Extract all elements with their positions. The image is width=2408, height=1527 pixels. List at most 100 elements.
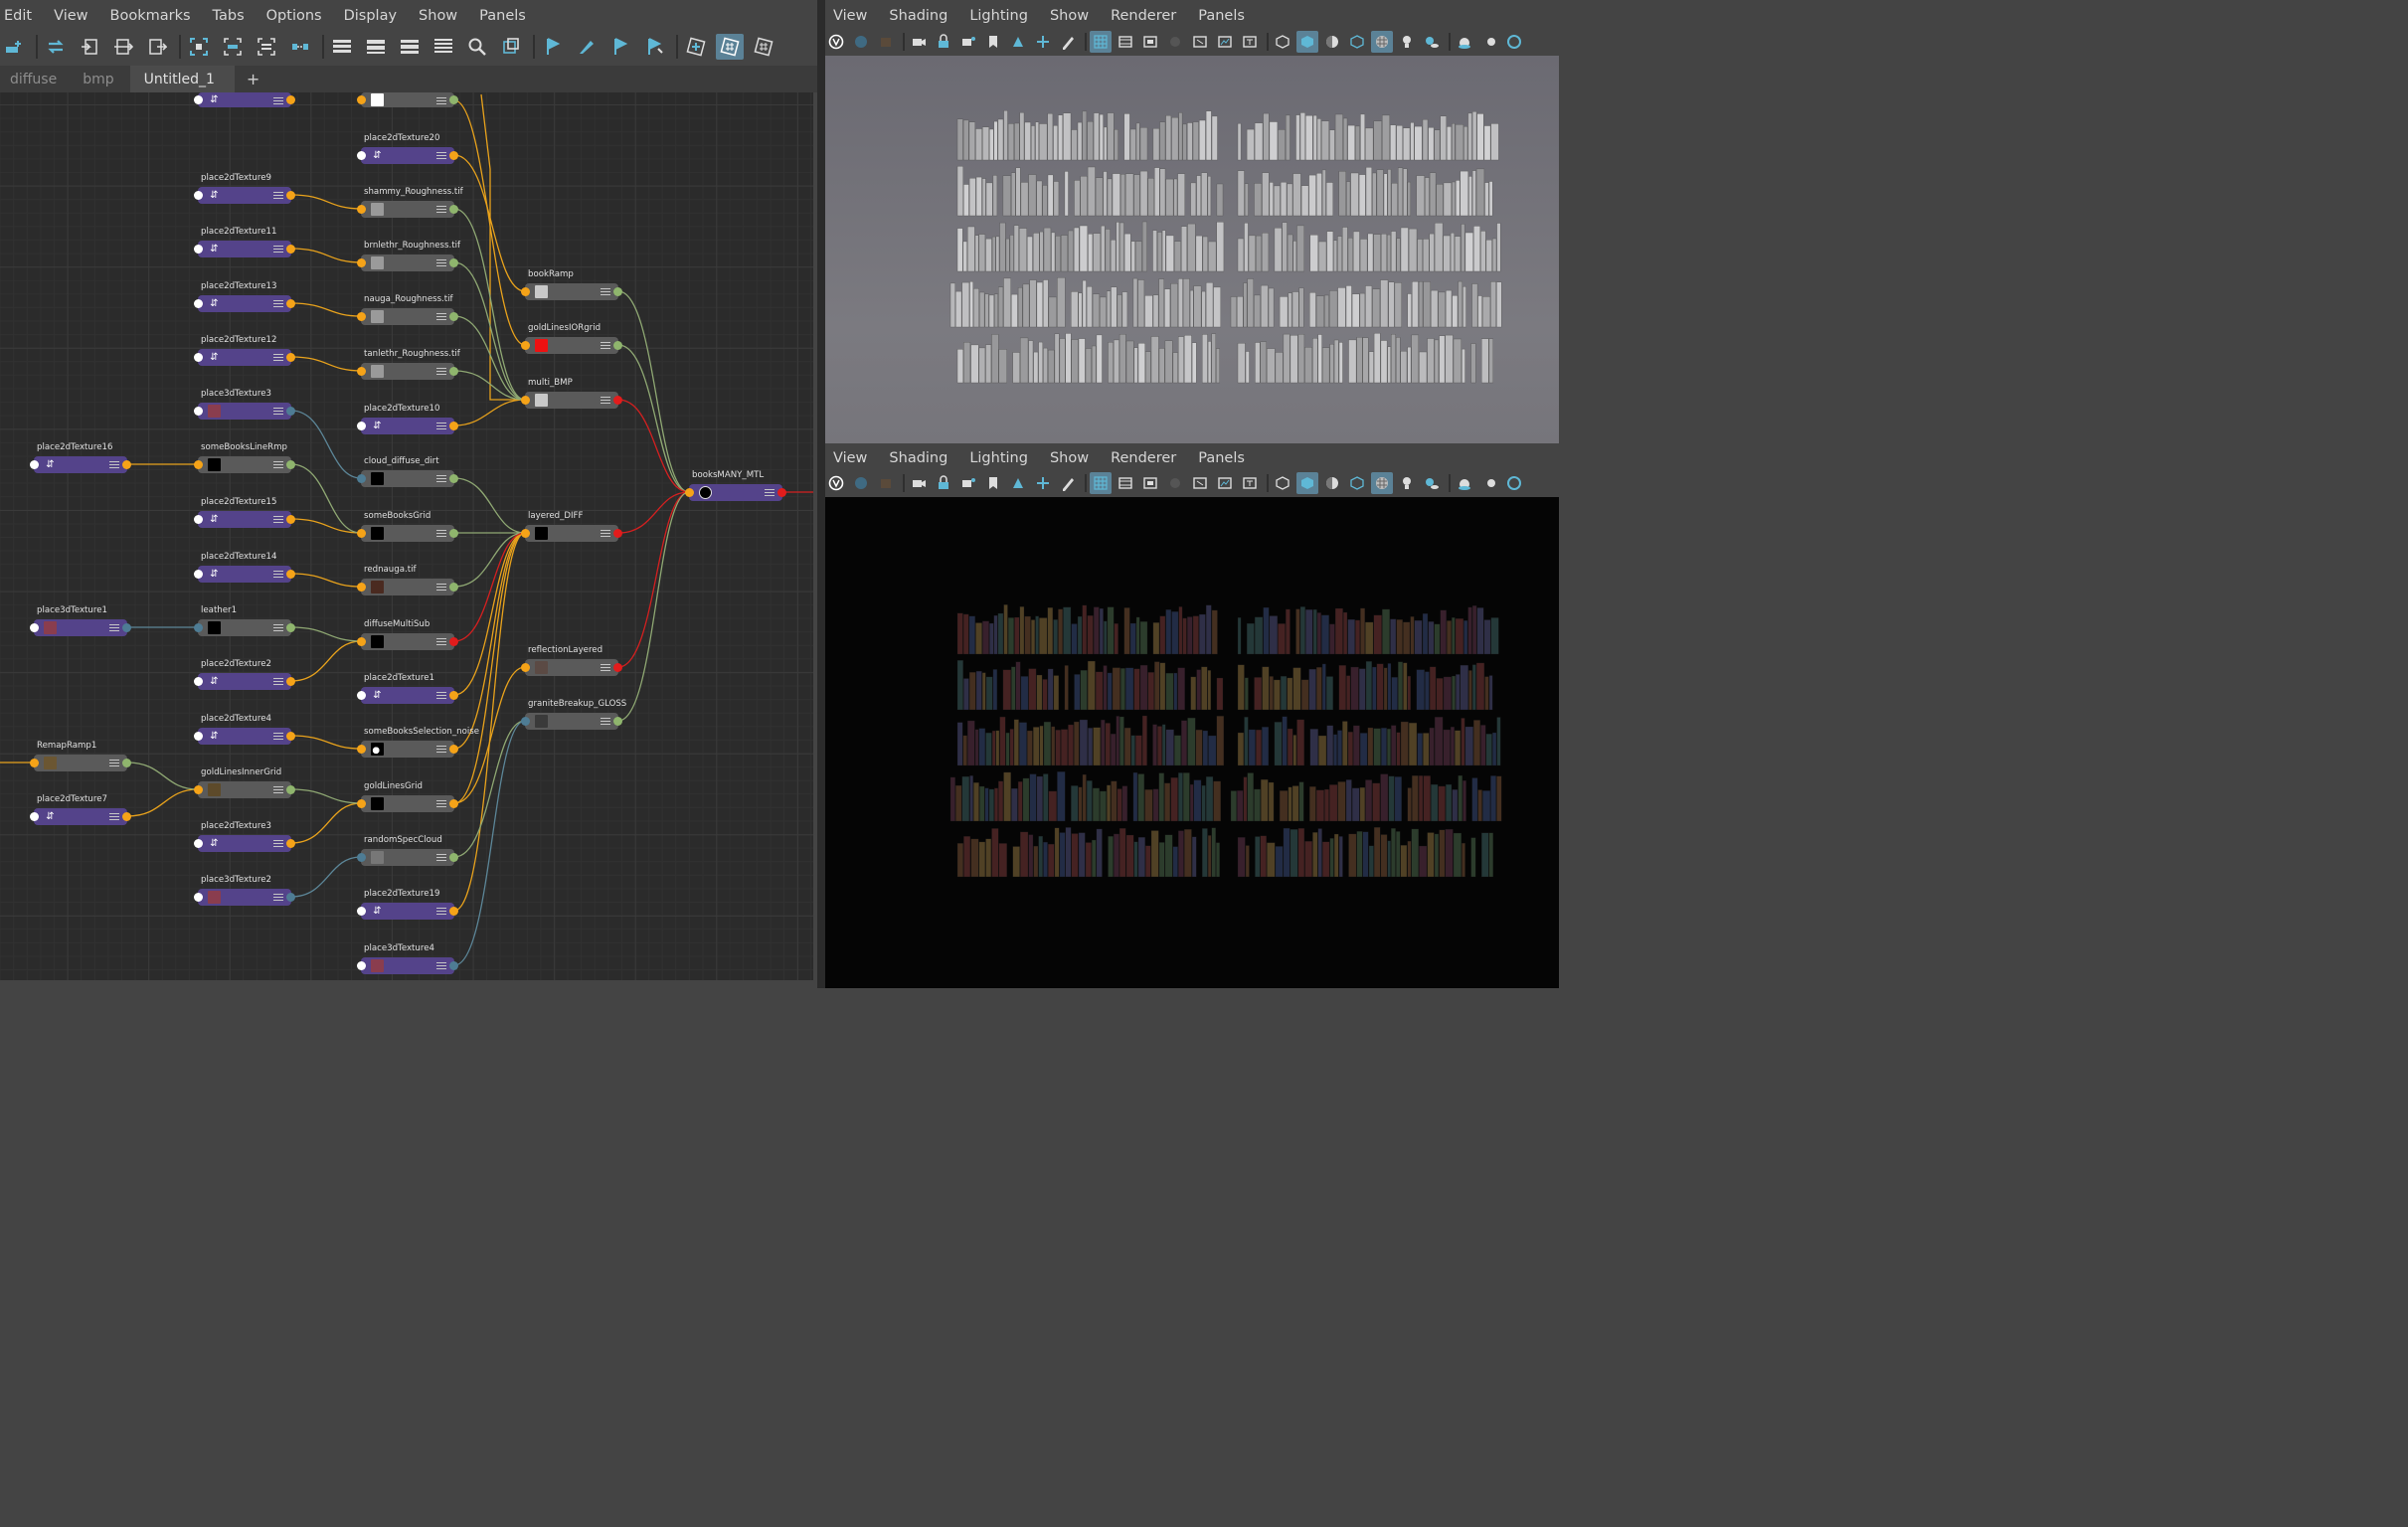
- wireframe-icon[interactable]: [1272, 31, 1293, 53]
- node-menu-icon[interactable]: [601, 664, 610, 671]
- wireframe-on-shaded-icon[interactable]: [1346, 31, 1368, 53]
- use-lights-icon[interactable]: [1396, 472, 1418, 494]
- output-connections-icon[interactable]: [143, 34, 171, 60]
- bookmark-camera-icon[interactable]: [875, 31, 897, 53]
- node-place3dtexture1[interactable]: place3dTexture1: [30, 605, 131, 636]
- menu-lighting[interactable]: Lighting: [969, 450, 1028, 466]
- select-downstream-icon[interactable]: [253, 34, 280, 60]
- node-menu-icon[interactable]: [436, 97, 446, 104]
- safe-action-icon[interactable]: [1214, 472, 1236, 494]
- node-shammy-roughness[interactable]: shammy_Roughness.tif: [357, 187, 463, 218]
- node-menu-icon[interactable]: [436, 368, 446, 375]
- node-diffusemultisub[interactable]: diffuseMultiSub: [357, 619, 458, 650]
- gate-mask-icon[interactable]: [1164, 31, 1186, 53]
- node-place2dtexture11[interactable]: place2dTexture11 ⇵: [194, 227, 295, 257]
- lock-icon[interactable]: [933, 31, 954, 53]
- panel-divider[interactable]: [817, 0, 825, 988]
- node-cloud-diffuse-dirt[interactable]: cloud_diffuse_dirt: [357, 456, 458, 487]
- node-brnlethr-roughness[interactable]: brnlethr_Roughness.tif: [357, 241, 460, 271]
- select-upstream-icon[interactable]: [286, 34, 314, 60]
- textured-icon[interactable]: [1371, 472, 1393, 494]
- tab-bmp[interactable]: bmp: [73, 66, 129, 92]
- 2d-pan-zoom-icon[interactable]: [1032, 472, 1054, 494]
- node-menu-icon[interactable]: [273, 786, 283, 793]
- node-place3dtexture3[interactable]: place3dTexture3: [194, 389, 295, 420]
- bookmark-next-icon[interactable]: [640, 34, 668, 60]
- textured-icon[interactable]: [1371, 31, 1393, 53]
- node-menu-icon[interactable]: [436, 638, 446, 645]
- bookmark-icon[interactable]: [539, 34, 567, 60]
- safe-action-icon[interactable]: [1214, 31, 1236, 53]
- pin-icon[interactable]: [497, 34, 525, 60]
- grease-pencil-icon[interactable]: [1057, 472, 1079, 494]
- menu-panels[interactable]: Panels: [1198, 450, 1245, 466]
- node-remapramp1[interactable]: RemapRamp1: [30, 741, 131, 771]
- grease-pencil-icon[interactable]: [1057, 31, 1079, 53]
- node-place2dtexture4[interactable]: place2dTexture4 ⇵: [194, 714, 295, 745]
- menu-tabs[interactable]: Tabs: [213, 8, 245, 24]
- bookmark-icon[interactable]: [982, 31, 1004, 53]
- attribute-view-icon[interactable]: [682, 34, 710, 60]
- node-place2dtexture16[interactable]: place2dTexture16 ⇵: [30, 442, 131, 473]
- node-menu-icon[interactable]: [436, 584, 446, 591]
- film-gate-icon[interactable]: [1115, 472, 1136, 494]
- node-white-top[interactable]: [357, 92, 458, 107]
- node-leather1[interactable]: leather1: [194, 605, 295, 636]
- menu-show[interactable]: Show: [1050, 8, 1089, 24]
- smooth-shade-icon[interactable]: [1296, 31, 1318, 53]
- search-icon[interactable]: [463, 34, 491, 60]
- menu-shading[interactable]: Shading: [889, 450, 947, 466]
- grid-icon[interactable]: [1090, 472, 1112, 494]
- node-menu-icon[interactable]: [109, 624, 119, 631]
- node-place2dtexture7[interactable]: place2dTexture7 ⇵: [30, 794, 131, 825]
- node-place2dtexture13[interactable]: place2dTexture13 ⇵: [194, 281, 295, 312]
- node-place2dtexture14[interactable]: place2dTexture14 ⇵: [194, 552, 295, 583]
- node-menu-icon[interactable]: [109, 760, 119, 766]
- node-place2dtexture1[interactable]: place2dTexture1 ⇵: [357, 673, 458, 704]
- node-menu-icon[interactable]: [273, 408, 283, 415]
- layout-compact-icon[interactable]: [328, 34, 356, 60]
- lock-camera-icon[interactable]: [850, 472, 872, 494]
- menu-show[interactable]: Show: [1050, 450, 1089, 466]
- node-menu-icon[interactable]: [109, 461, 119, 468]
- node-tanlethr-roughness[interactable]: tanlethr_Roughness.tif: [357, 349, 460, 380]
- grid-icon[interactable]: [750, 34, 777, 60]
- node-menu-icon[interactable]: [436, 423, 446, 429]
- node-menu-icon[interactable]: [765, 489, 774, 496]
- film-gate-icon[interactable]: [1115, 31, 1136, 53]
- menu-show[interactable]: Show: [419, 8, 457, 24]
- wireframe-icon[interactable]: [1272, 472, 1293, 494]
- menu-panels[interactable]: Panels: [479, 8, 526, 24]
- camera-attributes-icon[interactable]: [957, 31, 979, 53]
- anti-aliasing-icon[interactable]: [1503, 31, 1525, 53]
- smooth-shade-icon[interactable]: [1296, 472, 1318, 494]
- node-bookramp[interactable]: bookRamp: [521, 269, 622, 300]
- gate-mask-icon[interactable]: [1164, 472, 1186, 494]
- node-menu-icon[interactable]: [273, 840, 283, 847]
- node-place2dtexture9[interactable]: place2dTexture9 ⇵: [194, 173, 295, 204]
- motion-blur-icon[interactable]: [1478, 31, 1500, 53]
- node-menu-icon[interactable]: [273, 516, 283, 523]
- tab-diffuse[interactable]: diffuse: [0, 66, 73, 92]
- image-plane-icon[interactable]: [1007, 31, 1029, 53]
- node-menu-icon[interactable]: [601, 342, 610, 349]
- use-lights-icon[interactable]: [1396, 31, 1418, 53]
- bookmark-camera-icon[interactable]: [875, 472, 897, 494]
- node-place3dtexture2[interactable]: place3dTexture2: [194, 875, 295, 906]
- bookmark-edit-icon[interactable]: [573, 34, 601, 60]
- node-place2dtexture20[interactable]: place2dTexture20 ⇵: [357, 133, 458, 164]
- node-menu-icon[interactable]: [436, 962, 446, 969]
- lock-camera-icon[interactable]: [850, 31, 872, 53]
- node-menu-icon[interactable]: [273, 300, 283, 307]
- node-menu-icon[interactable]: [436, 530, 446, 537]
- node-menu-icon[interactable]: [436, 800, 446, 807]
- node-menu-icon[interactable]: [273, 678, 283, 685]
- menu-renderer[interactable]: Renderer: [1111, 450, 1176, 466]
- node-menu-icon[interactable]: [601, 397, 610, 404]
- node-menu-icon[interactable]: [436, 206, 446, 213]
- graph-add-icon[interactable]: [0, 34, 28, 60]
- node-menu-icon[interactable]: [273, 571, 283, 578]
- grid-snap-icon[interactable]: [716, 34, 744, 60]
- default-material-icon[interactable]: [1321, 31, 1343, 53]
- select-camera-icon[interactable]: [825, 472, 847, 494]
